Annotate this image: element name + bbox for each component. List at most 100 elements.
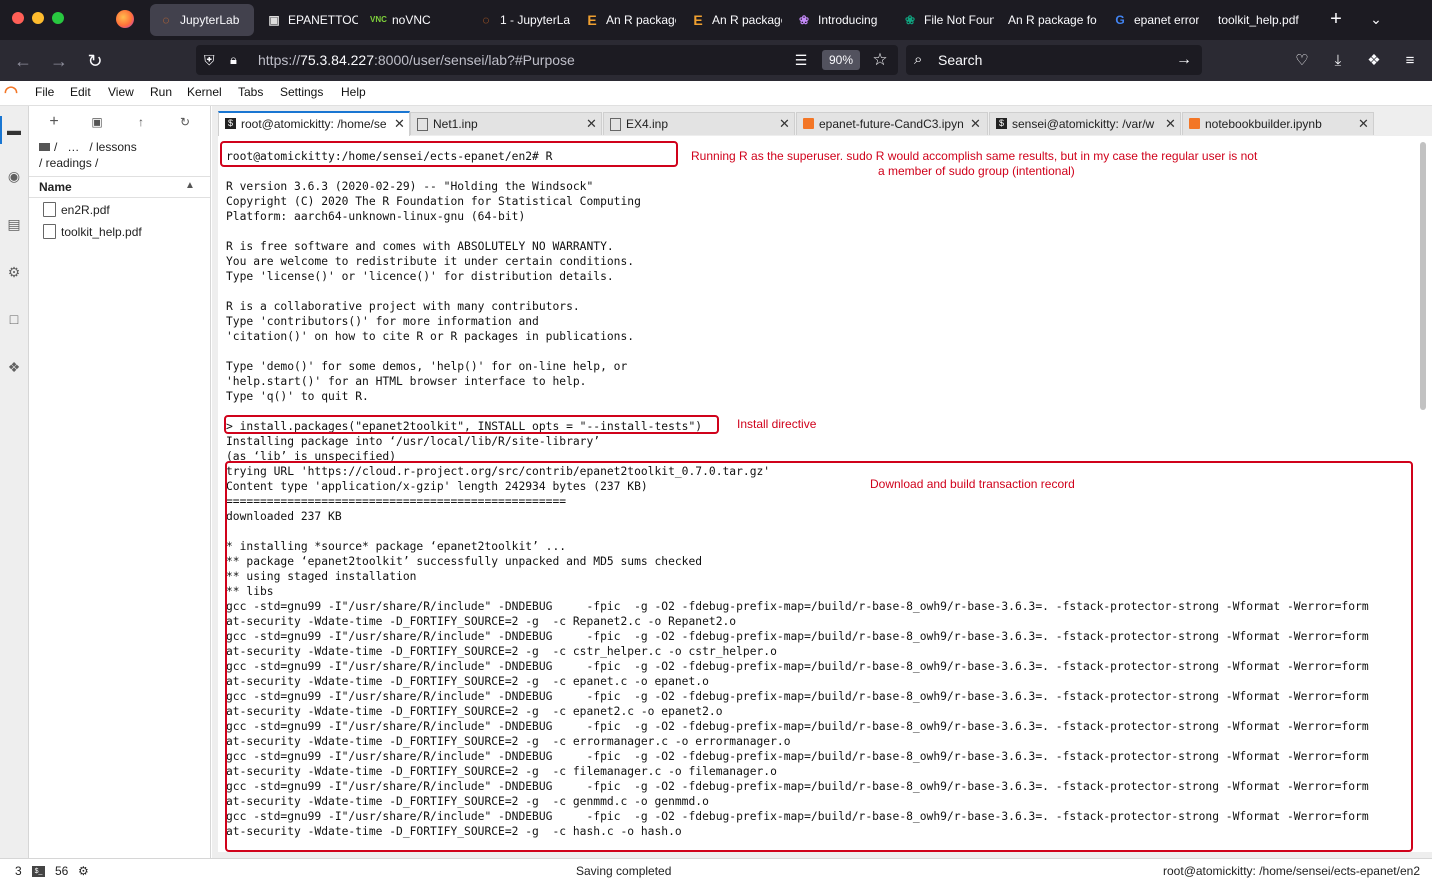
- kernel-status-gear-icon[interactable]: ⚙: [78, 864, 89, 878]
- terminal-line: Installing package into ‘/usr/local/lib/…: [226, 435, 601, 448]
- window-minimize-button[interactable]: [32, 12, 44, 24]
- browser-tab-r-package-1[interactable]: E An R package: [576, 4, 676, 36]
- close-icon[interactable]: ✕: [1165, 116, 1176, 132]
- annotation-superuser-line2: a member of sudo group (intentional): [878, 164, 1075, 178]
- browser-tab-epanet-error[interactable]: G epanet error: [1104, 4, 1204, 36]
- browser-tab-toolkit-help[interactable]: toolkit_help.pdf: [1210, 4, 1314, 36]
- running-kernels-icon[interactable]: ◉: [4, 166, 24, 186]
- jupyter-menubar: ◠ File Edit View Run Kernel Tabs Setting…: [0, 81, 1432, 106]
- file-icon: [43, 202, 56, 217]
- terminal-line: 'help.start()' for an HTML browser inter…: [226, 375, 587, 388]
- window-close-button[interactable]: [12, 12, 24, 24]
- status-count-b[interactable]: 56: [55, 864, 68, 878]
- terminal-scrollbar[interactable]: [1418, 140, 1428, 850]
- browser-tab-r-package-2[interactable]: E An R package: [682, 4, 782, 36]
- back-arrow-icon[interactable]: ←: [12, 50, 34, 72]
- new-tab-plus-icon[interactable]: +: [1326, 8, 1346, 30]
- terminal-line: 'citation()' on how to cite R or R packa…: [226, 330, 635, 343]
- cube-icon: ▣: [268, 13, 280, 27]
- url-bar[interactable]: ⛨ 🔒︎ https://75.3.84.227:8000/user/sense…: [196, 45, 898, 75]
- menu-file[interactable]: File: [35, 85, 54, 99]
- browser-tab-jupyterlab[interactable]: ◌ JupyterLab: [150, 4, 254, 36]
- bookmark-star-icon[interactable]: ☆: [870, 49, 890, 71]
- command-palette-icon[interactable]: ▤: [4, 214, 24, 234]
- terminal-line: R is a collaborative project with many c…: [226, 300, 580, 313]
- new-launcher-plus-icon[interactable]: +: [44, 114, 64, 130]
- forward-arrow-icon[interactable]: →: [48, 50, 70, 72]
- menu-edit[interactable]: Edit: [70, 85, 91, 99]
- status-count-a[interactable]: 3: [15, 864, 22, 878]
- file-row-en2r-pdf[interactable]: en2R.pdf: [29, 199, 210, 221]
- file-row-toolkit-help-pdf[interactable]: toolkit_help.pdf: [29, 221, 210, 243]
- file-icon: [610, 118, 621, 131]
- annotation-box-r-command: [220, 141, 678, 167]
- menu-settings[interactable]: Settings: [280, 85, 323, 99]
- tab-ex4-inp[interactable]: EX4.inp ✕: [603, 112, 795, 135]
- breadcrumb[interactable]: / … / lessons / readings /: [39, 139, 204, 171]
- zoom-level-badge[interactable]: 90%: [822, 50, 860, 70]
- file-icon: [417, 118, 428, 131]
- openai-icon: ❀: [904, 13, 916, 27]
- close-icon[interactable]: ✕: [779, 116, 790, 132]
- firefox-view-icon[interactable]: [116, 10, 134, 28]
- browser-tab-file-not-found[interactable]: ❀ File Not Found: [894, 4, 994, 36]
- extensions-icon[interactable]: ❖: [1364, 51, 1384, 71]
- jupyter-spinner-icon: ◌: [162, 13, 170, 27]
- downloads-icon[interactable]: ⤓: [1328, 51, 1348, 71]
- menu-kernel[interactable]: Kernel: [187, 85, 222, 99]
- tab-list-chevron-down-icon[interactable]: ⌄: [1366, 8, 1386, 30]
- folder-icon[interactable]: ▬: [4, 120, 24, 140]
- menu-run[interactable]: Run: [150, 85, 172, 99]
- tab-net1-inp[interactable]: Net1.inp ✕: [410, 112, 602, 135]
- menu-tabs[interactable]: Tabs: [238, 85, 263, 99]
- terminal-icon[interactable]: $_: [32, 866, 45, 877]
- browser-tab-jupyterlab-1[interactable]: ◌ 1 - JupyterLab: [470, 4, 570, 36]
- extension-puzzle-icon[interactable]: ❖: [4, 357, 24, 377]
- window-zoom-button[interactable]: [52, 12, 64, 24]
- hamburger-menu-icon[interactable]: ≡: [1400, 51, 1420, 71]
- search-icon: ⌕: [914, 51, 923, 68]
- sort-caret-up-icon[interactable]: ▲: [185, 180, 195, 191]
- name-column-header[interactable]: Name: [39, 180, 72, 194]
- close-icon[interactable]: ✕: [394, 116, 405, 132]
- vnc-icon: VNC: [370, 15, 387, 24]
- refresh-icon[interactable]: ↻: [175, 114, 195, 130]
- browser-tab-introducing[interactable]: ❀ Introducing: [788, 4, 888, 36]
- terminal-panel[interactable]: root@atomickitty:/home/sensei/ects-epane…: [218, 136, 1432, 852]
- browser-navigation-bar: ← → ↻ ⛨ 🔒︎ https://75.3.84.227:8000/user…: [0, 40, 1432, 81]
- status-path: root@atomickitty: /home/sensei/ects-epan…: [1163, 864, 1420, 878]
- status-message: Saving completed: [576, 864, 672, 878]
- search-go-arrow-icon[interactable]: →: [1176, 50, 1196, 70]
- scrollbar-thumb[interactable]: [1420, 142, 1426, 410]
- close-icon[interactable]: ✕: [1358, 116, 1369, 132]
- menu-help[interactable]: Help: [341, 85, 366, 99]
- lock-icon[interactable]: 🔒︎: [230, 51, 246, 69]
- tab-epanet-future-notebook[interactable]: epanet-future-CandC3.ipyn ✕: [796, 112, 988, 135]
- reload-icon[interactable]: ↻: [84, 50, 106, 72]
- close-icon[interactable]: ✕: [970, 116, 981, 132]
- tab-notebookbuilder[interactable]: notebookbuilder.ipynb ✕: [1182, 112, 1374, 135]
- search-input[interactable]: Search: [938, 51, 982, 69]
- jupyter-logo-icon: ◠: [4, 84, 18, 101]
- tab-root-terminal[interactable]: $ root@atomickitty: /home/se ✕: [218, 111, 410, 137]
- active-panel-indicator: [0, 116, 2, 144]
- browser-tab-r-package-3[interactable]: An R package fo: [998, 4, 1098, 36]
- tracking-shield-icon[interactable]: ⛨: [204, 51, 220, 69]
- reader-view-icon[interactable]: ☰: [792, 51, 810, 69]
- browser-tab-novnc[interactable]: VNC noVNC: [362, 4, 462, 36]
- file-list-header[interactable]: Name ▲: [29, 176, 210, 198]
- property-inspector-icon[interactable]: ⚙: [4, 262, 24, 282]
- browser-tab-epanettoolkit[interactable]: ▣ EPANETTOOLKIT: [258, 4, 358, 36]
- pocket-icon[interactable]: ♡: [1292, 51, 1312, 71]
- close-icon[interactable]: ✕: [586, 116, 597, 132]
- search-bar[interactable]: ⌕ Search →: [906, 45, 1202, 75]
- new-folder-icon[interactable]: ▣: [87, 114, 107, 130]
- upload-icon[interactable]: ↑: [131, 114, 151, 130]
- url-text[interactable]: https://75.3.84.227:8000/user/sensei/lab…: [258, 51, 575, 69]
- tabs-panel-icon[interactable]: □: [4, 309, 24, 329]
- terminal-line: Copyright (C) 2020 The R Foundation for …: [226, 195, 641, 208]
- menu-view[interactable]: View: [108, 85, 134, 99]
- tab-sensei-terminal[interactable]: $ sensei@atomickitty: /var/w ✕: [989, 112, 1181, 135]
- file-browser-panel: + ▣ ↑ ↻ / … / lessons / readings / Name …: [29, 106, 211, 858]
